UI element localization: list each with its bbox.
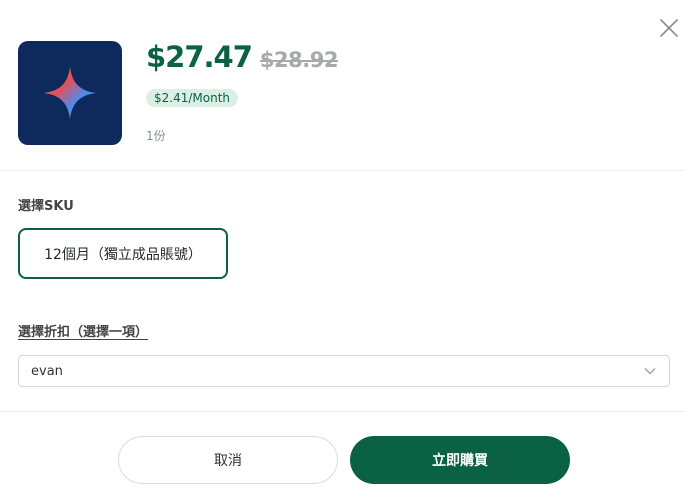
discount-select[interactable]: evan: [18, 355, 670, 387]
sku-option-12-months[interactable]: 12個月（獨立成品賬號）: [18, 228, 228, 279]
purchase-dialog: $27.47 $28.92 $2.41/Month 1份 選擇SKU 12個月（…: [0, 0, 685, 494]
cancel-button[interactable]: 取消: [118, 436, 338, 484]
product-thumbnail: [18, 41, 122, 145]
monthly-price-badge: $2.41/Month: [146, 89, 239, 107]
price-current: $27.47: [146, 40, 253, 74]
quantity-label: 1份: [146, 129, 166, 143]
chevron-down-icon: [643, 364, 657, 378]
sku-section-label: 選擇SKU: [18, 199, 74, 214]
sparkle-icon: [44, 67, 96, 119]
discount-section-label: 選擇折扣（選擇一項）: [18, 325, 149, 340]
close-icon[interactable]: [656, 15, 682, 41]
buy-now-button[interactable]: 立即購買: [350, 436, 570, 484]
divider: [0, 170, 685, 171]
price-original: $28.92: [259, 48, 339, 72]
divider: [0, 411, 685, 412]
price-row: $27.47 $28.92: [146, 40, 338, 74]
discount-selected-value: evan: [31, 363, 63, 379]
